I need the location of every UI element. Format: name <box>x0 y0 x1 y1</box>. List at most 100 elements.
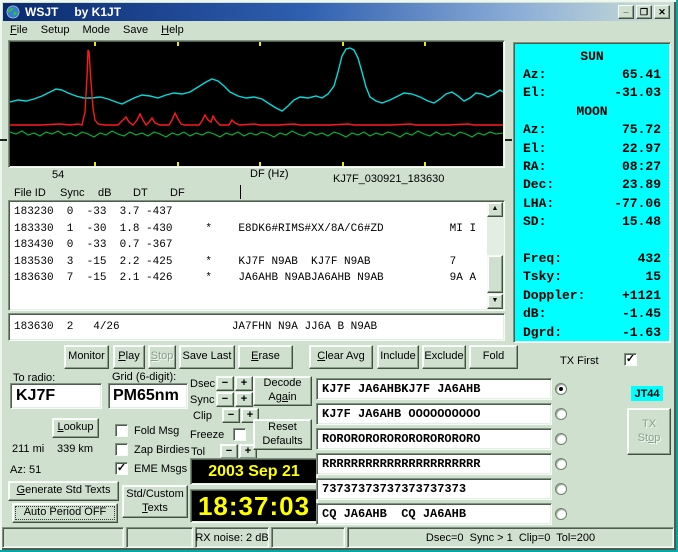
astro-info-panel: SUN Az: 65.41 El: -31.03 MOON Az: 75.72 El: 22.97… <box>513 42 671 343</box>
tx-msg-field-4[interactable]: RRRRRRRRRRRRRRRRRRRRRR <box>316 453 552 475</box>
spectrum-display[interactable] <box>8 40 505 168</box>
info-blank-row <box>516 231 668 249</box>
close-icon: ✕ <box>658 6 666 17</box>
play-button[interactable]: Play <box>113 345 145 369</box>
close-button[interactable]: ✕ <box>654 5 670 19</box>
title-bar: WSJT by K1JT _ ❐ ✕ <box>3 3 673 21</box>
wsjt-window: WSJT by K1JT _ ❐ ✕ File Setup Mode Save … <box>0 0 676 550</box>
include-button[interactable]: Include <box>377 345 419 369</box>
info-row: Tsky: 15 <box>523 269 661 285</box>
text-cursor <box>240 185 241 199</box>
minimize-button[interactable]: _ <box>618 5 634 19</box>
sync-minus-button[interactable]: − <box>216 392 234 407</box>
menu-save[interactable]: Save <box>123 24 148 36</box>
freq-scale-label: 54 <box>52 169 65 181</box>
info-header: MOON <box>576 103 608 119</box>
maximize-button[interactable]: ❐ <box>636 5 652 19</box>
status-panel-2 <box>126 527 193 548</box>
freeze-checkbox[interactable] <box>233 428 246 441</box>
distance-miles: 211 mi <box>12 443 45 455</box>
window-title: WSJT <box>25 5 59 19</box>
status-panel-4 <box>271 527 345 548</box>
scroll-thumb[interactable] <box>487 255 503 293</box>
reset-defaults-button[interactable]: Reset Defaults <box>253 419 312 450</box>
info-row: El: 22.97 <box>523 140 661 156</box>
lookup-button[interactable]: Lookup <box>52 418 99 438</box>
erase-button[interactable]: Erase <box>238 345 293 369</box>
menu-file[interactable]: File <box>10 24 28 36</box>
generate-std-texts-button[interactable]: Generate Std Texts <box>8 481 119 501</box>
eme-msgs-label: EME Msgs <box>134 463 188 475</box>
to-radio-input[interactable]: KJ7F <box>10 383 102 409</box>
azimuth-label: Az: 51 <box>10 464 42 476</box>
tol-minus-button[interactable]: − <box>220 444 238 459</box>
spectrum-trace-cyan <box>10 47 503 112</box>
dsec-plus-button[interactable]: + <box>235 376 253 391</box>
clip-minus-button[interactable]: − <box>222 408 240 423</box>
status-rx-noise: RX noise: 2 dB <box>195 527 269 548</box>
clear-avg-button[interactable]: Clear Avg <box>309 345 373 369</box>
tx-msg-radio[interactable] <box>555 383 567 395</box>
decode-row[interactable]: 183630 7 -15 2.1 -426 * JA6AHB N9ABJA6AH… <box>14 270 484 287</box>
df-axis-label: DF (Hz) <box>250 168 289 180</box>
exclude-button[interactable]: Exclude <box>422 345 466 369</box>
tx-msg-radio[interactable] <box>555 483 567 495</box>
scroll-up-button[interactable]: ▲ <box>487 202 503 217</box>
wav-file-label: KJ7F_030921_183630 <box>333 173 445 185</box>
zap-birdies-checkbox[interactable] <box>115 443 128 456</box>
tx-msg-field-6[interactable]: CQ JA6AHB CQ JA6AHB <box>316 503 552 525</box>
info-row: Freq: 432 <box>523 250 661 266</box>
tx-stop-button[interactable]: TX Stop <box>627 408 671 455</box>
tx-first-label: TX First <box>560 355 599 367</box>
info-row: dB: -1.45 <box>523 306 661 322</box>
info-row: LHA: -77.06 <box>523 195 661 211</box>
std-custom-texts-button[interactable]: Std/Custom Texts <box>122 485 188 518</box>
tx-msg-radio[interactable] <box>555 508 567 520</box>
tx-msg-radio[interactable] <box>555 408 567 420</box>
tx-msg-field-5[interactable]: 73737373737373737373 <box>316 478 552 500</box>
col-sync: Sync <box>60 187 85 199</box>
decode-row[interactable]: 183530 3 -15 2.2 -425 * KJ7F N9AB KJ7F N… <box>14 254 484 271</box>
spectrum-plot <box>10 42 503 166</box>
sync-plus-button[interactable]: + <box>235 392 253 407</box>
tx-msg-radio[interactable] <box>555 458 567 470</box>
status-panel-1 <box>2 527 124 548</box>
decode-row[interactable]: 183330 1 -30 1.8 -430 * E8DK6#RIMS#XX/8A… <box>14 221 484 238</box>
save-last-button[interactable]: Save Last <box>179 345 235 369</box>
info-row: Doppler: +1121 <box>523 287 661 303</box>
average-decode-row[interactable]: 183630 2 4/26 JA7FHN N9A JJ6A B N9AB <box>14 321 377 333</box>
auto-period-button[interactable]: Auto Period OFF <box>12 503 118 523</box>
info-row: SD: 15.48 <box>523 214 661 230</box>
stop-button[interactable]: Stop <box>148 345 176 369</box>
tx-first-checkbox[interactable] <box>624 353 637 366</box>
mode-badge: JT44 <box>631 386 663 401</box>
eme-msgs-checkbox[interactable] <box>115 462 128 475</box>
maximize-icon: ❐ <box>639 6 649 17</box>
distance-km: 339 km <box>57 443 94 455</box>
decode-again-button[interactable]: Decode Again <box>253 376 312 406</box>
app-globe-icon <box>6 5 20 19</box>
clip-label: Clip <box>193 410 212 422</box>
grid-input[interactable]: PM65nm <box>108 383 188 409</box>
menu-bar: File Setup Mode Save Help <box>3 22 673 38</box>
menu-help[interactable]: Help <box>161 24 184 36</box>
monitor-button[interactable]: Monitor <box>64 345 109 369</box>
menu-mode[interactable]: Mode <box>83 24 111 36</box>
info-row: Az: 75.72 <box>523 122 661 138</box>
dsec-minus-button[interactable]: − <box>216 376 234 391</box>
grid-label: Grid (6-digit): <box>112 371 177 383</box>
tx-msg-field-3[interactable]: RORORORORORORORORORORO <box>316 428 552 450</box>
fold-msg-checkbox[interactable] <box>115 424 128 437</box>
dsec-label: Dsec <box>190 378 216 390</box>
menu-setup[interactable]: Setup <box>41 24 70 36</box>
scroll-down-button[interactable]: ▼ <box>487 294 503 309</box>
info-row: Az: 65.41 <box>523 67 661 83</box>
spectrum-trace-green <box>10 130 503 138</box>
tx-msg-field-1[interactable]: KJ7F JA6AHBKJ7F JA6AHB <box>316 378 552 400</box>
tx-msg-field-2[interactable]: KJ7F JA6AHB OOOOOOOOOO <box>316 403 552 425</box>
info-row: Dgrd: -1.63 <box>523 324 661 340</box>
decode-row[interactable]: 183230 0 -33 3.7 -437 <box>14 204 484 221</box>
decode-row[interactable]: 183430 0 -33 0.7 -367 <box>14 237 484 254</box>
tx-msg-radio[interactable] <box>555 433 567 445</box>
fold-button[interactable]: Fold <box>469 345 518 369</box>
